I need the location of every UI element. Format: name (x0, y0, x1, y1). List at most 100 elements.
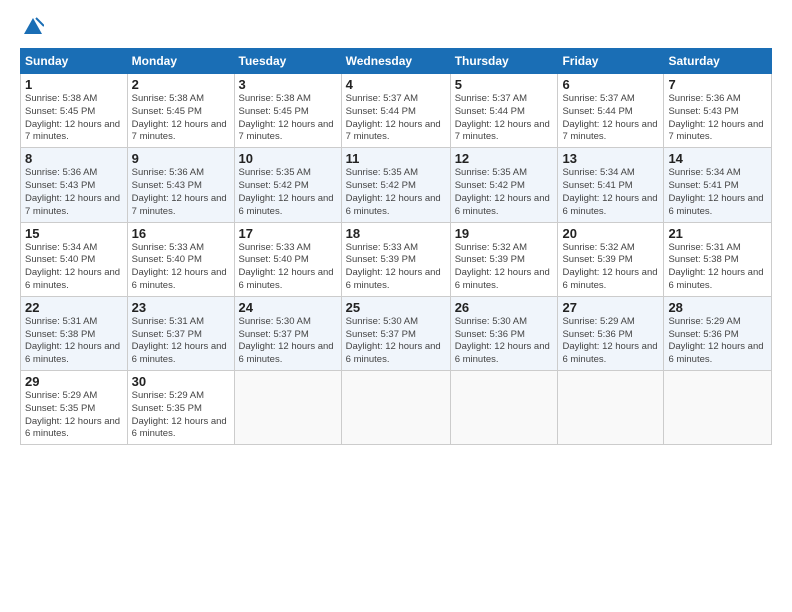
day-info: Sunrise: 5:37 AMSunset: 5:44 PMDaylight:… (455, 93, 550, 142)
day-info: Sunrise: 5:33 AMSunset: 5:40 PMDaylight:… (239, 242, 334, 291)
day-info: Sunrise: 5:31 AMSunset: 5:38 PMDaylight:… (25, 316, 120, 365)
day-info: Sunrise: 5:35 AMSunset: 5:42 PMDaylight:… (346, 167, 441, 216)
calendar-cell: 10 Sunrise: 5:35 AMSunset: 5:42 PMDaylig… (234, 148, 341, 222)
day-info: Sunrise: 5:32 AMSunset: 5:39 PMDaylight:… (455, 242, 550, 291)
calendar-cell (234, 371, 341, 445)
logo (20, 16, 44, 38)
calendar-cell: 4 Sunrise: 5:37 AMSunset: 5:44 PMDayligh… (341, 74, 450, 148)
day-number: 24 (239, 300, 337, 315)
day-number: 27 (562, 300, 659, 315)
logo-icon (22, 16, 44, 38)
calendar-cell: 23 Sunrise: 5:31 AMSunset: 5:37 PMDaylig… (127, 296, 234, 370)
day-info: Sunrise: 5:34 AMSunset: 5:40 PMDaylight:… (25, 242, 120, 291)
day-number: 26 (455, 300, 554, 315)
calendar-cell (450, 371, 558, 445)
calendar-cell: 3 Sunrise: 5:38 AMSunset: 5:45 PMDayligh… (234, 74, 341, 148)
calendar-cell: 14 Sunrise: 5:34 AMSunset: 5:41 PMDaylig… (664, 148, 772, 222)
calendar-cell: 18 Sunrise: 5:33 AMSunset: 5:39 PMDaylig… (341, 222, 450, 296)
day-info: Sunrise: 5:37 AMSunset: 5:44 PMDaylight:… (562, 93, 657, 142)
calendar-cell: 16 Sunrise: 5:33 AMSunset: 5:40 PMDaylig… (127, 222, 234, 296)
calendar-cell: 30 Sunrise: 5:29 AMSunset: 5:35 PMDaylig… (127, 371, 234, 445)
calendar-cell: 27 Sunrise: 5:29 AMSunset: 5:36 PMDaylig… (558, 296, 664, 370)
day-info: Sunrise: 5:29 AMSunset: 5:35 PMDaylight:… (132, 390, 227, 439)
day-number: 21 (668, 226, 767, 241)
page: SundayMondayTuesdayWednesdayThursdayFrid… (0, 0, 792, 612)
calendar-cell: 7 Sunrise: 5:36 AMSunset: 5:43 PMDayligh… (664, 74, 772, 148)
calendar-cell: 19 Sunrise: 5:32 AMSunset: 5:39 PMDaylig… (450, 222, 558, 296)
calendar-cell: 21 Sunrise: 5:31 AMSunset: 5:38 PMDaylig… (664, 222, 772, 296)
day-info: Sunrise: 5:36 AMSunset: 5:43 PMDaylight:… (132, 167, 227, 216)
weekday-header-tuesday: Tuesday (234, 49, 341, 74)
day-info: Sunrise: 5:33 AMSunset: 5:39 PMDaylight:… (346, 242, 441, 291)
day-info: Sunrise: 5:34 AMSunset: 5:41 PMDaylight:… (668, 167, 763, 216)
day-number: 12 (455, 151, 554, 166)
day-number: 28 (668, 300, 767, 315)
day-info: Sunrise: 5:30 AMSunset: 5:37 PMDaylight:… (346, 316, 441, 365)
day-number: 19 (455, 226, 554, 241)
day-info: Sunrise: 5:31 AMSunset: 5:37 PMDaylight:… (132, 316, 227, 365)
day-number: 8 (25, 151, 123, 166)
day-info: Sunrise: 5:32 AMSunset: 5:39 PMDaylight:… (562, 242, 657, 291)
day-number: 16 (132, 226, 230, 241)
day-info: Sunrise: 5:35 AMSunset: 5:42 PMDaylight:… (455, 167, 550, 216)
day-number: 5 (455, 77, 554, 92)
weekday-header-saturday: Saturday (664, 49, 772, 74)
calendar-week-3: 15 Sunrise: 5:34 AMSunset: 5:40 PMDaylig… (21, 222, 772, 296)
calendar-cell (664, 371, 772, 445)
day-number: 11 (346, 151, 446, 166)
calendar-cell: 1 Sunrise: 5:38 AMSunset: 5:45 PMDayligh… (21, 74, 128, 148)
day-number: 6 (562, 77, 659, 92)
calendar-week-1: 1 Sunrise: 5:38 AMSunset: 5:45 PMDayligh… (21, 74, 772, 148)
day-info: Sunrise: 5:30 AMSunset: 5:37 PMDaylight:… (239, 316, 334, 365)
calendar-cell: 26 Sunrise: 5:30 AMSunset: 5:36 PMDaylig… (450, 296, 558, 370)
day-number: 13 (562, 151, 659, 166)
weekday-header-sunday: Sunday (21, 49, 128, 74)
day-number: 18 (346, 226, 446, 241)
day-number: 29 (25, 374, 123, 389)
day-info: Sunrise: 5:30 AMSunset: 5:36 PMDaylight:… (455, 316, 550, 365)
calendar-cell: 9 Sunrise: 5:36 AMSunset: 5:43 PMDayligh… (127, 148, 234, 222)
day-info: Sunrise: 5:29 AMSunset: 5:36 PMDaylight:… (562, 316, 657, 365)
day-number: 10 (239, 151, 337, 166)
day-number: 7 (668, 77, 767, 92)
header (20, 16, 772, 38)
day-number: 22 (25, 300, 123, 315)
calendar-cell (341, 371, 450, 445)
day-number: 4 (346, 77, 446, 92)
calendar-cell (558, 371, 664, 445)
day-info: Sunrise: 5:36 AMSunset: 5:43 PMDaylight:… (668, 93, 763, 142)
day-number: 1 (25, 77, 123, 92)
calendar-cell: 5 Sunrise: 5:37 AMSunset: 5:44 PMDayligh… (450, 74, 558, 148)
calendar-cell: 15 Sunrise: 5:34 AMSunset: 5:40 PMDaylig… (21, 222, 128, 296)
calendar-cell: 24 Sunrise: 5:30 AMSunset: 5:37 PMDaylig… (234, 296, 341, 370)
calendar-cell: 2 Sunrise: 5:38 AMSunset: 5:45 PMDayligh… (127, 74, 234, 148)
calendar-cell: 13 Sunrise: 5:34 AMSunset: 5:41 PMDaylig… (558, 148, 664, 222)
day-info: Sunrise: 5:37 AMSunset: 5:44 PMDaylight:… (346, 93, 441, 142)
calendar-cell: 8 Sunrise: 5:36 AMSunset: 5:43 PMDayligh… (21, 148, 128, 222)
calendar-cell: 25 Sunrise: 5:30 AMSunset: 5:37 PMDaylig… (341, 296, 450, 370)
day-number: 14 (668, 151, 767, 166)
day-info: Sunrise: 5:29 AMSunset: 5:35 PMDaylight:… (25, 390, 120, 439)
calendar-cell: 6 Sunrise: 5:37 AMSunset: 5:44 PMDayligh… (558, 74, 664, 148)
calendar-week-2: 8 Sunrise: 5:36 AMSunset: 5:43 PMDayligh… (21, 148, 772, 222)
day-info: Sunrise: 5:33 AMSunset: 5:40 PMDaylight:… (132, 242, 227, 291)
day-number: 2 (132, 77, 230, 92)
calendar-week-4: 22 Sunrise: 5:31 AMSunset: 5:38 PMDaylig… (21, 296, 772, 370)
weekday-header-wednesday: Wednesday (341, 49, 450, 74)
calendar-cell: 22 Sunrise: 5:31 AMSunset: 5:38 PMDaylig… (21, 296, 128, 370)
day-info: Sunrise: 5:38 AMSunset: 5:45 PMDaylight:… (25, 93, 120, 142)
weekday-header-friday: Friday (558, 49, 664, 74)
day-info: Sunrise: 5:38 AMSunset: 5:45 PMDaylight:… (132, 93, 227, 142)
calendar-cell: 20 Sunrise: 5:32 AMSunset: 5:39 PMDaylig… (558, 222, 664, 296)
day-number: 17 (239, 226, 337, 241)
day-number: 3 (239, 77, 337, 92)
day-number: 20 (562, 226, 659, 241)
day-number: 30 (132, 374, 230, 389)
calendar-cell: 29 Sunrise: 5:29 AMSunset: 5:35 PMDaylig… (21, 371, 128, 445)
day-number: 9 (132, 151, 230, 166)
calendar-week-5: 29 Sunrise: 5:29 AMSunset: 5:35 PMDaylig… (21, 371, 772, 445)
calendar-table: SundayMondayTuesdayWednesdayThursdayFrid… (20, 48, 772, 445)
day-number: 15 (25, 226, 123, 241)
calendar-cell: 28 Sunrise: 5:29 AMSunset: 5:36 PMDaylig… (664, 296, 772, 370)
day-number: 23 (132, 300, 230, 315)
